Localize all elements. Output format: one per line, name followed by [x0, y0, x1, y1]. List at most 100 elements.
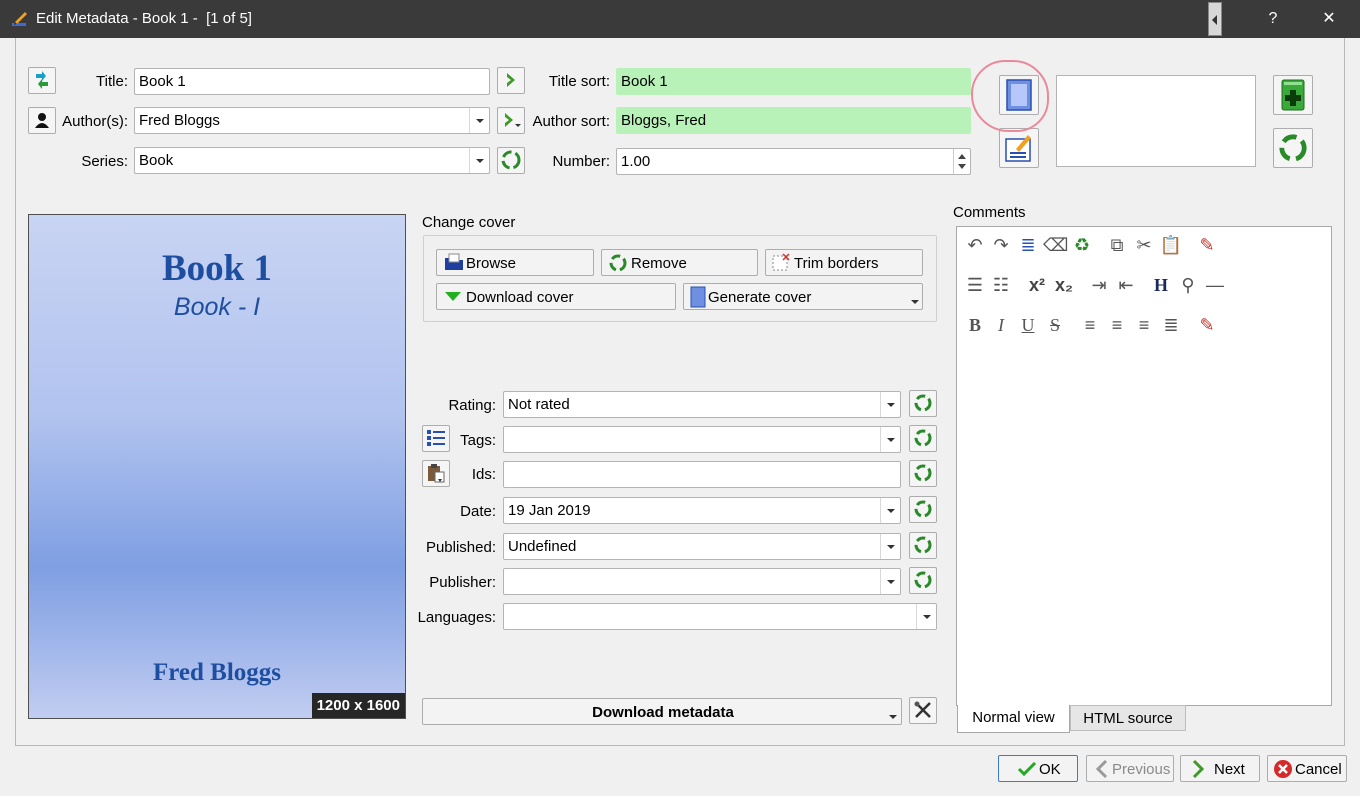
generate-cover-button[interactable]: Generate cover — [683, 283, 923, 310]
checkmark-icon — [1017, 761, 1037, 777]
text-color-icon[interactable]: ✎ — [1195, 313, 1219, 337]
authors-combo[interactable]: Fred Bloggs — [134, 107, 490, 134]
remove-format-button[interactable] — [1273, 128, 1313, 168]
manage-authors-button[interactable] — [28, 107, 56, 134]
superscript-icon[interactable]: x² — [1025, 273, 1049, 297]
publisher-combo[interactable] — [503, 568, 901, 595]
chevron-down-icon[interactable] — [880, 534, 900, 559]
undo-icon[interactable]: ↶ — [963, 233, 987, 257]
align-center-icon[interactable]: ≡ — [1105, 313, 1129, 337]
clear-rating-button[interactable] — [909, 390, 937, 417]
link-icon[interactable]: ⚲ — [1176, 273, 1200, 297]
chevron-down-icon[interactable] — [911, 300, 919, 304]
download-arrow-icon — [445, 292, 461, 301]
unordered-list-icon[interactable]: ☷ — [989, 273, 1013, 297]
chevron-down-icon[interactable] — [469, 148, 489, 173]
languages-combo[interactable] — [503, 603, 937, 630]
copy-title-sort-button[interactable] — [497, 67, 525, 94]
chevron-down-icon[interactable] — [880, 427, 900, 452]
paste-icon[interactable]: 📋 — [1159, 233, 1183, 257]
recycle-icon[interactable]: ♻ — [1070, 233, 1094, 257]
trim-borders-button[interactable]: Trim borders — [765, 249, 923, 276]
download-cover-button[interactable]: Download cover — [436, 283, 676, 310]
chevron-down-icon[interactable] — [880, 392, 900, 417]
italic-icon[interactable]: I — [989, 313, 1013, 337]
spin-up-icon[interactable] — [958, 154, 966, 159]
close-window-button[interactable]: ✕ — [1306, 0, 1352, 38]
clear-tags-button[interactable] — [909, 425, 937, 452]
paste-isbn-button[interactable] — [422, 460, 450, 487]
download-metadata-button[interactable]: Download metadata — [422, 698, 902, 725]
clear-publisher-button[interactable] — [909, 567, 937, 594]
ok-button[interactable]: OK — [998, 755, 1078, 782]
clear-ids-button[interactable] — [909, 460, 937, 487]
recycle-icon — [609, 254, 627, 272]
person-icon — [35, 113, 49, 128]
rating-combo[interactable]: Not rated — [503, 391, 901, 418]
formats-list[interactable] — [1056, 75, 1256, 167]
outdent-icon[interactable]: ⇤ — [1114, 273, 1138, 297]
previous-button[interactable]: Previous — [1086, 755, 1174, 782]
title-input[interactable]: Book 1 — [134, 68, 490, 95]
copy-author-sort-button[interactable] — [497, 107, 525, 134]
configure-download-button[interactable] — [909, 697, 937, 724]
underline-icon[interactable]: U — [1016, 313, 1040, 337]
justify-icon[interactable]: ≣ — [1159, 313, 1183, 337]
ordered-list-icon[interactable]: ☰ — [963, 273, 987, 297]
indent-icon[interactable]: ⇥ — [1087, 273, 1111, 297]
bold-icon[interactable]: B — [963, 313, 987, 337]
edit-metadata-from-format-button[interactable] — [999, 128, 1039, 168]
chevron-down-icon[interactable] — [469, 108, 489, 133]
recycle-icon — [914, 571, 932, 589]
align-right-icon[interactable]: ≡ — [1132, 313, 1156, 337]
tag-editor-button[interactable] — [422, 425, 450, 452]
tab-html-source[interactable]: HTML source — [1070, 705, 1186, 731]
horizontal-rule-icon[interactable]: — — [1203, 273, 1227, 297]
strikethrough-icon[interactable]: S — [1043, 313, 1067, 337]
date-combo[interactable]: 19 Jan 2019 — [503, 497, 901, 524]
help-button[interactable]: ? — [1250, 0, 1296, 38]
swap-title-author-button[interactable] — [28, 67, 56, 94]
number-spinner[interactable] — [953, 149, 970, 174]
cancel-icon — [1274, 760, 1292, 778]
tab-normal-view[interactable]: Normal view — [957, 705, 1070, 733]
title-sort-input[interactable]: Book 1 — [616, 68, 971, 95]
copy-icon[interactable]: ⧉ — [1105, 233, 1129, 257]
ids-input[interactable] — [503, 461, 901, 488]
next-button[interactable]: Next — [1180, 755, 1260, 782]
series-number-input[interactable]: 1.00 — [616, 148, 971, 175]
arrow-right-dropdown-icon — [505, 113, 521, 127]
chevron-down-icon[interactable] — [889, 715, 897, 719]
redo-icon[interactable]: ↷ — [989, 233, 1013, 257]
chevron-down-icon[interactable] — [880, 569, 900, 594]
splitter-handle[interactable] — [1208, 2, 1222, 36]
cover-preview[interactable]: Book 1 Book - I Fred Bloggs 1200 x 1600 — [28, 214, 406, 719]
clear-date-button[interactable] — [909, 496, 937, 523]
series-combo[interactable]: Book — [134, 147, 490, 174]
spin-down-icon[interactable] — [958, 164, 966, 169]
chevron-down-icon[interactable] — [880, 498, 900, 523]
remove-cover-button[interactable]: Remove — [601, 249, 758, 276]
align-left-icon[interactable]: ≡ — [1078, 313, 1102, 337]
subscript-icon[interactable]: x₂ — [1052, 273, 1076, 297]
eraser-icon[interactable]: ⌫ — [1043, 233, 1068, 257]
trim-icon — [772, 253, 790, 271]
add-format-button[interactable] — [1273, 75, 1313, 115]
cover-size-badge: 1200 x 1600 — [311, 693, 405, 718]
chevron-down-icon[interactable] — [916, 604, 936, 629]
clear-formatting-icon[interactable]: ✎ — [1195, 233, 1219, 257]
clear-series-button[interactable] — [497, 147, 525, 174]
download-metadata-label: Download metadata — [592, 704, 734, 721]
cut-icon[interactable]: ✂ — [1132, 233, 1156, 257]
clipboard-icon — [428, 464, 445, 483]
published-combo[interactable]: Undefined — [503, 533, 901, 560]
select-all-icon[interactable]: ≣ — [1016, 233, 1040, 257]
rating-value: Not rated — [508, 396, 570, 413]
cancel-button[interactable]: Cancel — [1267, 755, 1347, 782]
tags-combo[interactable] — [503, 426, 901, 453]
clear-published-button[interactable] — [909, 532, 937, 559]
browse-cover-button[interactable]: Browse — [436, 249, 594, 276]
comments-editor[interactable]: ↶ ↷ ≣ ⌫ ♻ ⧉ ✂ 📋 ✎ ☰ ☷ x² x₂ ⇥ ⇤ H ⚲ — B … — [956, 226, 1332, 706]
heading-icon[interactable]: H — [1149, 273, 1173, 297]
author-sort-input[interactable]: Bloggs, Fred — [616, 107, 971, 134]
